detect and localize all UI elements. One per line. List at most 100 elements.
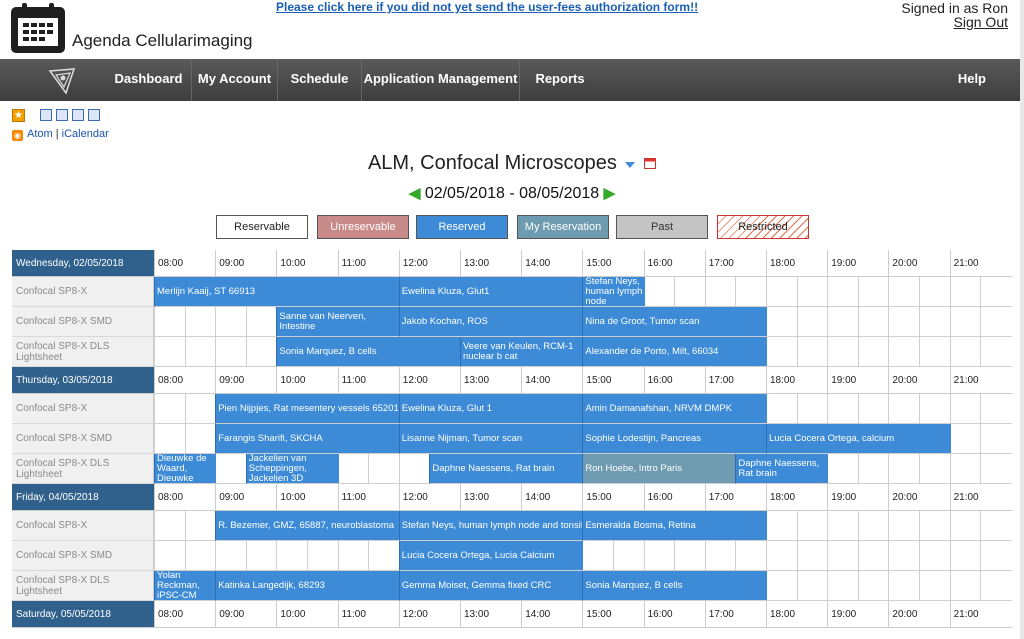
reservation-block[interactable]: Stefan Neys, human lymph node and tonsil [398, 511, 584, 541]
reservable-slot[interactable] [368, 541, 400, 571]
reservable-slot[interactable] [796, 541, 829, 571]
reservable-slot[interactable] [643, 541, 676, 571]
reservable-slot[interactable] [980, 307, 1012, 337]
reservable-slot[interactable] [919, 277, 951, 307]
reservable-slot[interactable] [980, 424, 1012, 454]
reservable-slot[interactable] [919, 541, 951, 571]
reservation-block[interactable]: Gemma Moiset, Gemma fixed CRC [398, 571, 584, 601]
reservable-slot[interactable] [827, 541, 859, 571]
reservable-slot[interactable] [276, 541, 308, 571]
reservation-block[interactable]: Amin Damanafshan, NRVM DMPK [582, 394, 767, 424]
reservable-slot[interactable] [154, 307, 186, 337]
institution-logo-icon[interactable] [46, 67, 78, 95]
reservable-slot[interactable] [980, 454, 1012, 484]
reservable-slot[interactable] [857, 394, 890, 424]
reservation-block[interactable]: Jakob Kochan, ROS [398, 307, 584, 337]
list-view-icon[interactable] [72, 109, 84, 121]
reservation-block[interactable]: Farangis Sharifi, SKCHA [215, 424, 400, 454]
reservation-block[interactable]: Sanne van Neerven, Intestine [276, 307, 400, 337]
reservation-block[interactable]: Daphne Naessens, Rat brain [735, 454, 829, 484]
nav-help[interactable]: Help [958, 59, 986, 101]
reservation-block[interactable]: Sonia Marquez, B cells [276, 337, 461, 367]
reservable-slot[interactable] [888, 307, 920, 337]
reservable-slot[interactable] [919, 394, 951, 424]
calendar-picker-icon[interactable] [644, 152, 657, 175]
reservable-slot[interactable] [215, 337, 247, 367]
nav-my-account[interactable]: My Account [192, 59, 278, 101]
reservable-slot[interactable] [215, 454, 247, 484]
reservable-slot[interactable] [766, 571, 798, 601]
resource-label[interactable]: Confocal SP8-X [12, 511, 154, 541]
reservable-slot[interactable] [949, 511, 982, 541]
nav-reports[interactable]: Reports [520, 59, 600, 101]
reservable-slot[interactable] [307, 541, 339, 571]
next-week-arrow-icon[interactable]: ▶ [604, 185, 616, 202]
resource-label[interactable]: Confocal SP8-X SMD [12, 424, 154, 454]
reservable-slot[interactable] [857, 337, 890, 367]
reservation-block[interactable]: Stefan Neys, human lymph node [582, 277, 645, 307]
reservable-slot[interactable] [735, 277, 767, 307]
reservable-slot[interactable] [154, 337, 186, 367]
reservable-slot[interactable] [154, 424, 186, 454]
reservable-slot[interactable] [827, 511, 859, 541]
reservable-slot[interactable] [827, 307, 859, 337]
reservable-slot[interactable] [919, 571, 951, 601]
reservation-block[interactable]: Esmeralda Bosma, Retina [582, 511, 767, 541]
reservable-slot[interactable] [674, 541, 706, 571]
reservable-slot[interactable] [827, 394, 859, 424]
reservable-slot[interactable] [184, 394, 217, 424]
reservable-slot[interactable] [980, 277, 1012, 307]
reservable-slot[interactable] [827, 277, 859, 307]
reservation-block[interactable]: Jackelien van Scheppingen, Jackelien 3D [245, 454, 339, 484]
reservable-slot[interactable] [888, 511, 920, 541]
schedule-dropdown-icon[interactable] [625, 152, 636, 175]
reservable-slot[interactable] [154, 394, 186, 424]
reservation-block[interactable]: Lisanne Nijman, Tumor scan [398, 424, 584, 454]
user-fees-notice-link[interactable]: Please click here if you did not yet sen… [276, 0, 698, 14]
reservation-block[interactable]: Sophie Lodestijn, Pancreas [582, 424, 767, 454]
reservable-slot[interactable] [796, 571, 829, 601]
reservable-slot[interactable] [245, 337, 278, 367]
reservable-slot[interactable] [245, 307, 278, 337]
reservable-slot[interactable] [980, 571, 1012, 601]
reservable-slot[interactable] [766, 394, 798, 424]
reservation-block[interactable]: Nina de Groot, Tumor scan [582, 307, 767, 337]
reservable-slot[interactable] [154, 541, 186, 571]
reservable-slot[interactable] [766, 337, 798, 367]
reservation-block[interactable]: Daphne Naessens, Rat brain [429, 454, 584, 484]
week-view-icon[interactable] [56, 109, 68, 121]
reservable-slot[interactable] [888, 337, 920, 367]
nav-application-management[interactable]: Application Management [362, 59, 520, 101]
reservable-slot[interactable] [888, 541, 920, 571]
my-reservation-block[interactable]: Ron Hoebe, Intro Paris [582, 454, 737, 484]
resource-label[interactable]: Confocal SP8-X [12, 394, 154, 424]
reservable-slot[interactable] [949, 454, 982, 484]
reservable-slot[interactable] [766, 277, 798, 307]
page-scrollbar[interactable] [1020, 0, 1024, 639]
reservable-slot[interactable] [919, 337, 951, 367]
reservable-slot[interactable] [949, 337, 982, 367]
reservation-block[interactable]: Katinka Langedijk, 68293 [215, 571, 400, 601]
reservable-slot[interactable] [888, 571, 920, 601]
reservation-block[interactable]: Veere van Keulen, RCM-1 nuclear b cat [460, 337, 584, 367]
reservation-block[interactable]: Merlijn Kaaij, ST 66913 [154, 277, 400, 307]
reservable-slot[interactable] [949, 541, 982, 571]
reservable-slot[interactable] [980, 541, 1012, 571]
month-view-icon[interactable] [88, 109, 100, 121]
reservable-slot[interactable] [980, 511, 1012, 541]
atom-feed-link[interactable]: Atom [27, 128, 53, 140]
reservation-block[interactable]: Sonia Marquez, B cells [582, 571, 767, 601]
reservable-slot[interactable] [154, 511, 186, 541]
previous-week-arrow-icon[interactable]: ◀ [409, 185, 421, 202]
reservable-slot[interactable] [980, 337, 1012, 367]
reservable-slot[interactable] [368, 454, 400, 484]
reservable-slot[interactable] [674, 277, 706, 307]
reservable-slot[interactable] [337, 454, 370, 484]
reservable-slot[interactable] [888, 454, 920, 484]
resource-label[interactable]: Confocal SP8-X DLS Lightsheet [12, 337, 154, 367]
reservable-slot[interactable] [949, 277, 982, 307]
nav-schedule[interactable]: Schedule [278, 59, 362, 101]
reservable-slot[interactable] [949, 424, 982, 454]
reservable-slot[interactable] [827, 337, 859, 367]
resource-label[interactable]: Confocal SP8-X DLS Lightsheet [12, 571, 154, 601]
